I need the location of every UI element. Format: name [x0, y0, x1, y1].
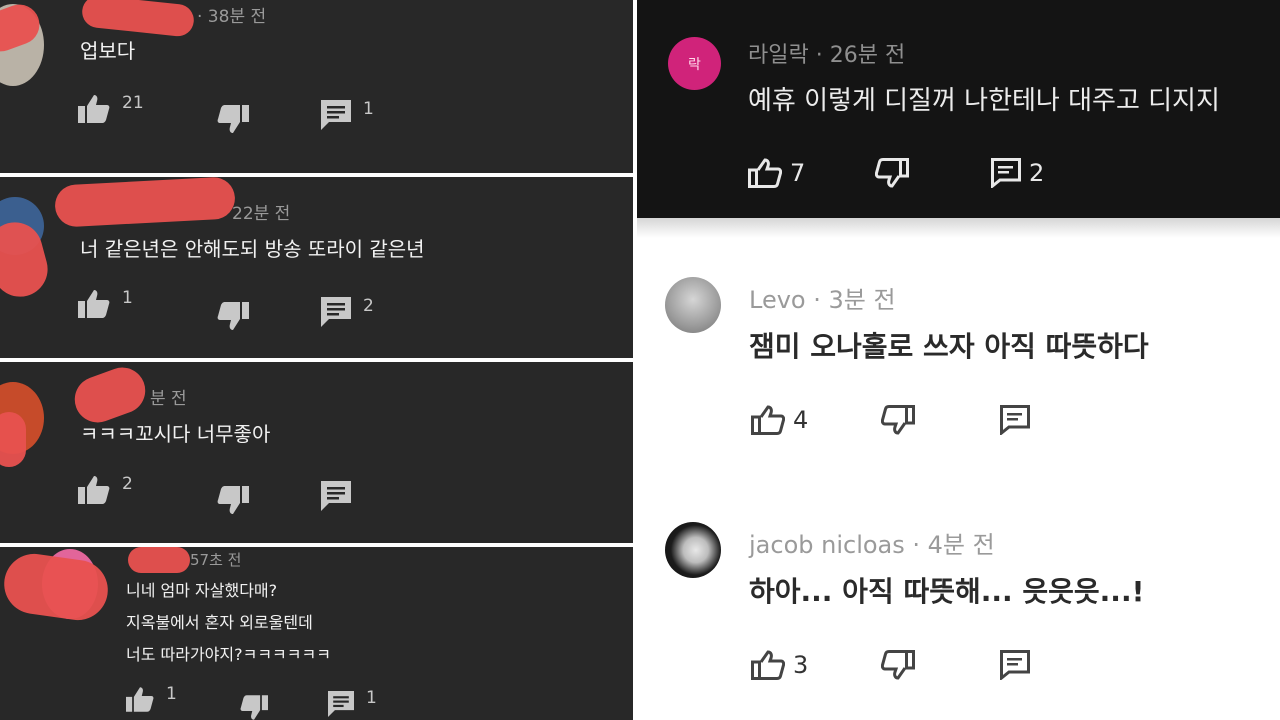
reply-count: 2: [1029, 159, 1045, 187]
like-count: 3: [793, 651, 809, 679]
like-count: 4: [793, 406, 809, 434]
comment-time: · 3분 전: [813, 286, 896, 314]
dislike-button[interactable]: [217, 486, 249, 514]
reply-count: 1: [363, 99, 374, 119]
reply-icon: [321, 297, 351, 327]
avatar[interactable]: 락: [668, 37, 721, 90]
redaction-mark: [54, 177, 236, 228]
reply-button[interactable]: [1000, 405, 1030, 435]
reply-count: 1: [366, 688, 377, 708]
reply-icon: [328, 691, 354, 717]
comment-text: 너 같은년은 안해도되 방송 또라이 같은년: [80, 237, 425, 261]
thumbs-up-icon: [78, 290, 110, 318]
thumbs-down-icon: [217, 486, 249, 514]
redaction-mark: [128, 547, 190, 573]
thumbs-up-icon: [751, 650, 785, 680]
comment-text: 업보다: [80, 39, 136, 63]
comment-line: 너도 따라가야지?ㅋㅋㅋㅋㅋㅋ: [126, 645, 331, 664]
comment-card: 분 전 ㅋㅋㅋ꼬시다 너무좋아 2: [0, 362, 633, 543]
right-panel: 락 라일락 · 26분 전 예휴 이렇게 디질꺼 나한테나 대주고 디지지 7 …: [633, 0, 1280, 720]
comment-time: 22분 전: [232, 204, 291, 224]
comment-line: 지옥불에서 혼자 외로울텐데: [126, 613, 313, 632]
comment-text: 예휴 이렇게 디질꺼 나한테나 대주고 디지지: [748, 86, 1220, 116]
reply-button[interactable]: [321, 481, 363, 511]
dislike-button[interactable]: [875, 158, 909, 188]
like-count: 2: [122, 474, 133, 494]
like-button[interactable]: 1: [126, 683, 177, 712]
comment-time: · 26분 전: [815, 43, 906, 68]
reply-icon: [1000, 650, 1030, 680]
comment-card: 락 라일락 · 26분 전 예휴 이렇게 디질꺼 나한테나 대주고 디지지 7 …: [637, 0, 1280, 218]
dislike-button[interactable]: [217, 302, 249, 330]
thumbs-down-icon: [240, 695, 268, 720]
thumbs-up-icon: [126, 687, 154, 712]
dislike-button[interactable]: [881, 650, 915, 680]
like-button[interactable]: 3: [751, 650, 808, 680]
like-count: 21: [122, 93, 144, 113]
dislike-button[interactable]: [217, 105, 249, 133]
avatar[interactable]: [665, 522, 721, 578]
comment-card: 22분 전 너 같은년은 안해도되 방송 또라이 같은년 1 2: [0, 177, 633, 358]
thumbs-down-icon: [217, 302, 249, 330]
comment-text: 하아... 아직 따뜻해... 읏읏읏...!: [749, 575, 1145, 608]
redaction-mark: [0, 216, 54, 303]
reply-button[interactable]: 2: [991, 158, 1044, 188]
comment-time: · 38분 전: [197, 7, 267, 27]
comment-time: · 4분 전: [912, 531, 995, 559]
like-button[interactable]: 21: [78, 93, 144, 123]
like-button[interactable]: 1: [78, 288, 133, 318]
reply-icon: [991, 158, 1021, 188]
like-count: 1: [166, 683, 177, 704]
like-count: 7: [790, 159, 806, 187]
thumbs-down-icon: [875, 158, 909, 188]
like-button[interactable]: 2: [78, 474, 133, 504]
comment-text: 잼미 오나홀로 쓰자 아직 따뜻하다: [749, 330, 1149, 363]
thumbs-down-icon: [881, 650, 915, 680]
avatar[interactable]: [665, 277, 721, 333]
comment-time: 57초 전: [190, 551, 242, 569]
comment-time: 분 전: [150, 389, 187, 409]
reply-icon: [1000, 405, 1030, 435]
redaction-mark: [0, 550, 112, 624]
thumbs-down-icon: [881, 405, 915, 435]
like-button[interactable]: 4: [751, 405, 808, 435]
reply-button[interactable]: 1: [328, 688, 377, 717]
redaction-mark: [0, 412, 26, 467]
like-count: 1: [122, 288, 133, 308]
comment-author[interactable]: Levo: [749, 286, 806, 314]
comment-author[interactable]: 라일락: [748, 43, 809, 68]
thumbs-up-icon: [751, 405, 785, 435]
reply-count: 2: [363, 296, 374, 316]
left-panel: · 38분 전 업보다 21 1 22분 전 너 같은년은 안해도되 방송 또라…: [0, 0, 633, 720]
comment-text: ㅋㅋㅋ꼬시다 너무좋아: [80, 422, 271, 446]
thumbs-up-icon: [78, 95, 110, 123]
like-button[interactable]: 7: [748, 158, 805, 188]
separator-shadow: [637, 218, 1280, 238]
comment-header: jacob nicloas · 4분 전: [749, 525, 995, 560]
thumbs-up-icon: [78, 476, 110, 504]
comment-text: 니네 엄마 자살했다매? 지옥불에서 혼자 외로울텐데 너도 따라가야지?ㅋㅋㅋ…: [126, 575, 331, 671]
comment-card: 57초 전 니네 엄마 자살했다매? 지옥불에서 혼자 외로울텐데 너도 따라가…: [0, 547, 633, 720]
reply-button[interactable]: 1: [321, 99, 374, 130]
comment-header: 라일락 · 26분 전: [748, 37, 905, 69]
reply-icon: [321, 481, 351, 511]
thumbs-down-icon: [217, 105, 249, 133]
reply-button[interactable]: [1000, 650, 1030, 680]
comment-card: · 38분 전 업보다 21 1: [0, 0, 633, 173]
reply-icon: [321, 100, 351, 130]
comment-header: Levo · 3분 전: [749, 280, 896, 315]
comment-line: 니네 엄마 자살했다매?: [126, 581, 278, 600]
dislike-button[interactable]: [881, 405, 915, 435]
reply-button[interactable]: 2: [321, 296, 374, 327]
redaction-mark: [80, 0, 196, 38]
comment-author[interactable]: jacob nicloas: [749, 531, 905, 559]
thumbs-up-icon: [748, 158, 782, 188]
dislike-button[interactable]: [240, 695, 268, 720]
